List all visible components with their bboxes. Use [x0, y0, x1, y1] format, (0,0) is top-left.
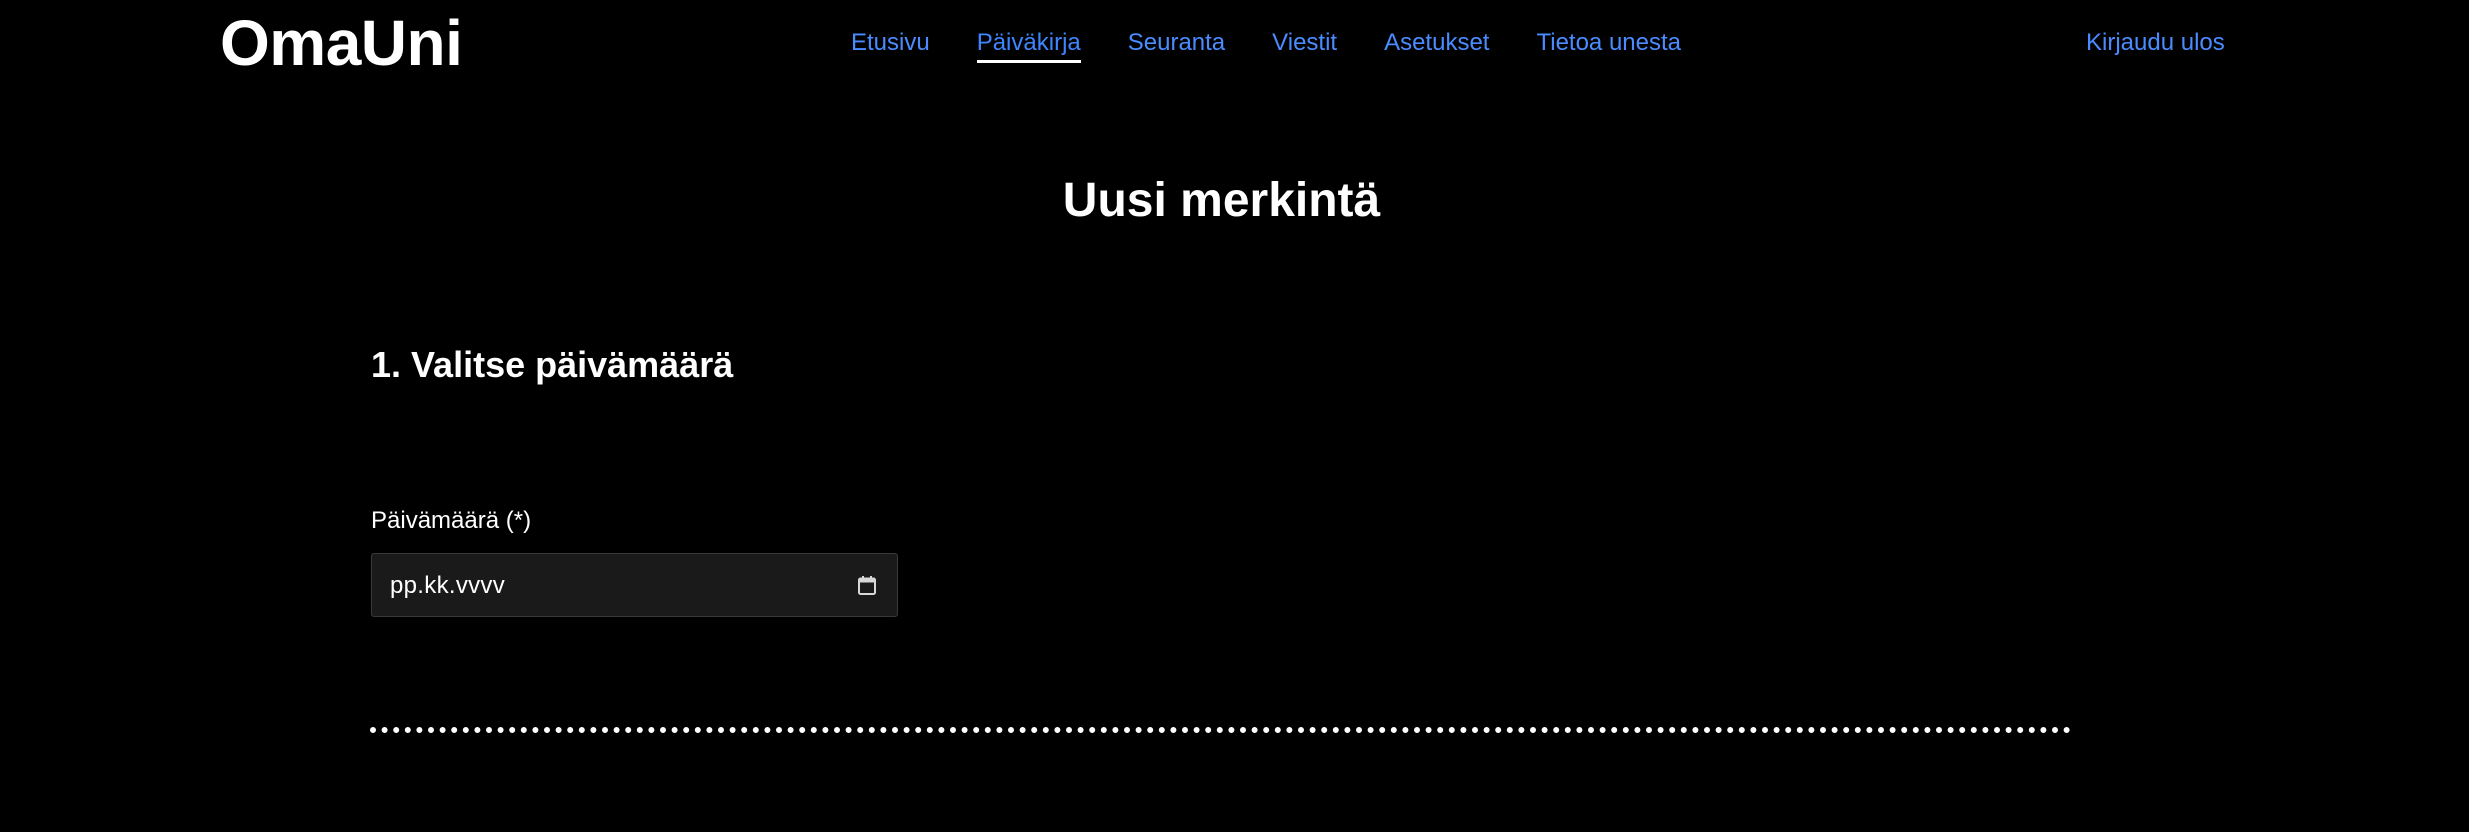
dotted-divider: [370, 727, 2074, 733]
page-title: Uusi merkintä: [1062, 174, 1381, 227]
logo[interactable]: OmaUni: [220, 6, 463, 80]
page: OmaUni Etusivu Päiväkirja Seuranta Viest…: [0, 0, 2469, 832]
nav-item-tietoa-unesta[interactable]: Tietoa unesta: [1536, 26, 1681, 60]
logout-link[interactable]: Kirjaudu ulos: [2086, 26, 2225, 60]
site-header: OmaUni Etusivu Päiväkirja Seuranta Viest…: [0, 0, 2469, 90]
date-input[interactable]: pp.kk.vvvv: [371, 553, 898, 617]
calendar-icon[interactable]: [858, 576, 876, 595]
nav-item-etusivu[interactable]: Etusivu: [851, 26, 930, 60]
main-nav: Etusivu Päiväkirja Seuranta Viestit Aset…: [851, 26, 1728, 63]
nav-item-asetukset[interactable]: Asetukset: [1384, 26, 1489, 60]
nav-item-viestit[interactable]: Viestit: [1272, 26, 1337, 60]
nav-item-seuranta[interactable]: Seuranta: [1128, 26, 1225, 60]
date-field-label: Päivämäärä (*): [371, 507, 532, 534]
date-input-placeholder: pp.kk.vvvv: [390, 572, 506, 599]
section-title: 1. Valitse päivämäärä: [371, 344, 734, 385]
nav-item-paivakirja[interactable]: Päiväkirja: [976, 26, 1081, 63]
